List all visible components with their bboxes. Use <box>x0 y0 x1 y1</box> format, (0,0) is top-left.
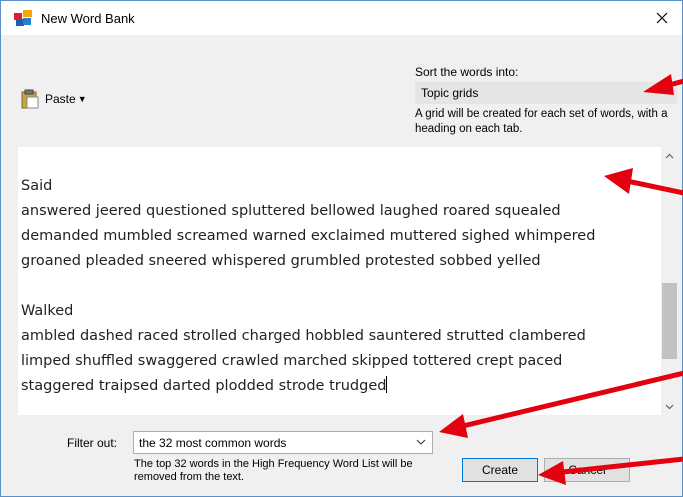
editor-line: ambled dashed raced strolled charged hob… <box>21 328 586 344</box>
editor-line: limped shuffled swaggered crawled marche… <box>21 353 563 369</box>
editor-line: answered jeered questioned spluttered be… <box>21 203 561 219</box>
window-title: New Word Bank <box>41 11 135 26</box>
editor-line: Said <box>21 178 53 194</box>
text-caret <box>386 376 388 393</box>
chevron-down-icon <box>665 404 674 409</box>
chevron-down-icon <box>416 439 426 445</box>
title-bar: New Word Bank <box>1 1 682 35</box>
sort-label: Sort the words into: <box>415 65 519 79</box>
editor-scrollbar[interactable] <box>661 147 678 415</box>
annotation-arrowhead-filter <box>439 414 468 438</box>
paste-button[interactable]: Paste ▼ <box>21 89 87 109</box>
close-icon <box>656 12 668 24</box>
chevron-down-icon: ▼ <box>77 94 87 104</box>
chevron-up-icon <box>665 153 674 158</box>
cancel-button[interactable]: Cancel <box>544 458 630 482</box>
filter-label: Filter out: <box>67 436 118 450</box>
word-text-editor[interactable]: Said answered jeered questioned splutter… <box>18 147 661 415</box>
app-icon <box>14 10 32 26</box>
create-button[interactable]: Create <box>462 458 538 482</box>
filter-value: the 32 most common words <box>139 436 287 450</box>
editor-last-line: staggered traipsed darted plodded strode… <box>21 374 661 399</box>
close-button[interactable] <box>642 1 682 35</box>
scroll-up-button[interactable] <box>661 147 678 164</box>
scroll-thumb[interactable] <box>662 283 677 359</box>
editor-line: demanded mumbled screamed warned exclaim… <box>21 228 596 244</box>
paste-label: Paste <box>45 92 76 106</box>
editor-line: groaned pleaded sneered whispered grumbl… <box>21 253 541 269</box>
sort-select[interactable]: Topic grids <box>415 82 677 104</box>
editor-line-text: staggered traipsed darted plodded strode… <box>21 378 387 394</box>
sort-help-text: A grid will be created for each set of w… <box>415 108 668 135</box>
clipboard-icon <box>21 89 39 109</box>
new-word-bank-dialog: New Word Bank Paste ▼ Sort the words int… <box>0 0 683 497</box>
editor-line: Walked <box>21 303 74 319</box>
filter-select[interactable]: the 32 most common words <box>133 431 433 454</box>
scroll-down-button[interactable] <box>661 398 678 415</box>
filter-help-text: The top 32 words in the High Frequency W… <box>134 458 413 483</box>
